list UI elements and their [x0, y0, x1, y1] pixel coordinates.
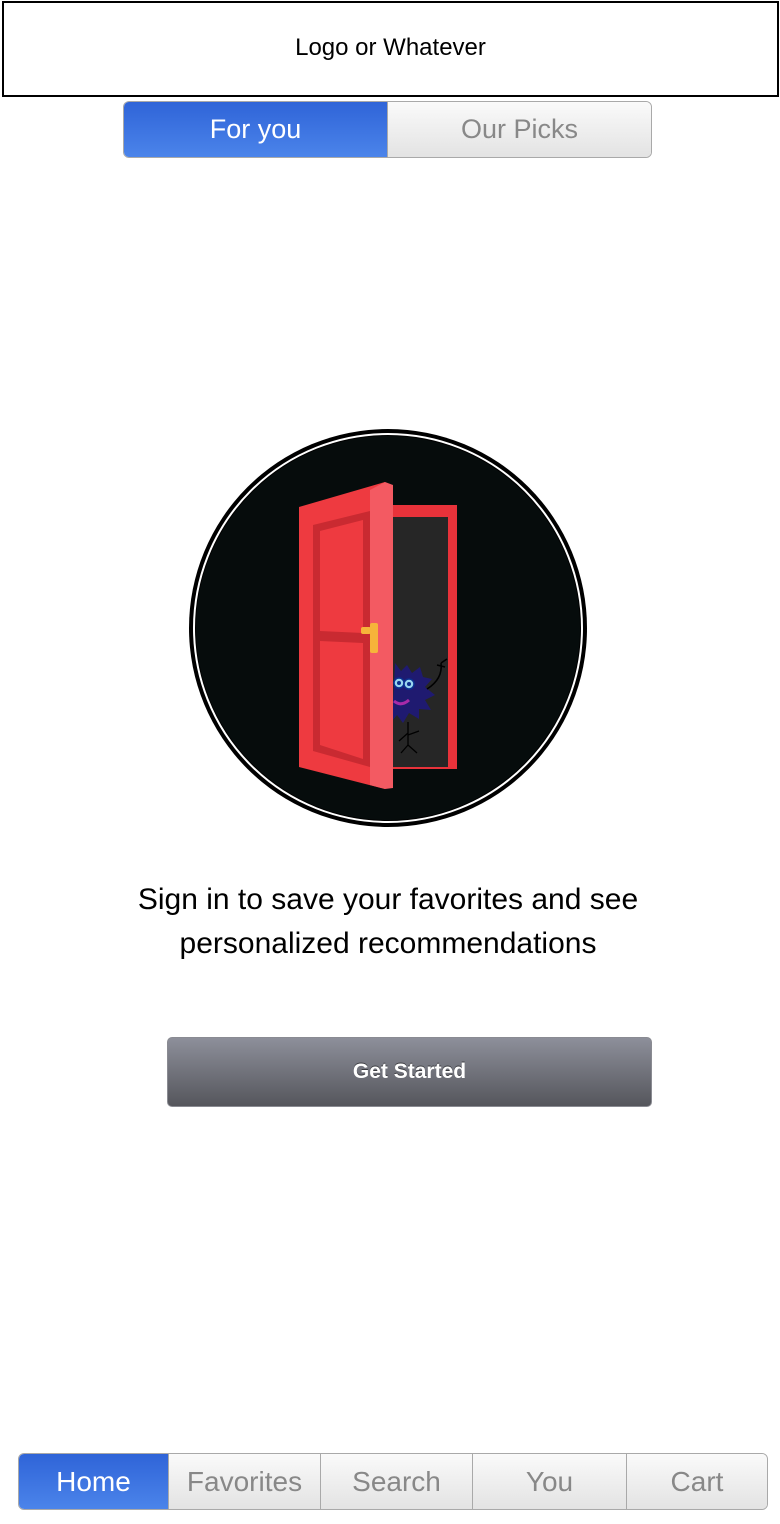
app-header: Logo or Whatever: [2, 1, 779, 97]
message-line-1: Sign in to save your favorites and see: [137, 883, 639, 916]
tab-search[interactable]: Search: [320, 1454, 472, 1509]
open-door-illustration: [187, 427, 589, 829]
segment-our-picks[interactable]: Our Picks: [387, 102, 651, 157]
tab-favorites[interactable]: Favorites: [168, 1454, 320, 1509]
tab-home[interactable]: Home: [19, 1454, 168, 1509]
bottom-tab-bar: Home Favorites Search You Cart: [18, 1453, 768, 1510]
tab-you[interactable]: You: [472, 1454, 626, 1509]
segmented-control: For you Our Picks: [123, 101, 652, 158]
get-started-button[interactable]: Get Started: [167, 1037, 652, 1107]
tab-cart[interactable]: Cart: [626, 1454, 767, 1509]
message-line-2: personalized recommendations: [179, 927, 597, 960]
open-door-with-monster-icon: [189, 429, 587, 827]
sign-in-message: Sign in to save your favorites and see p…: [100, 878, 676, 966]
segment-for-you[interactable]: For you: [124, 102, 387, 157]
logo-text: Logo or Whatever: [295, 34, 486, 61]
